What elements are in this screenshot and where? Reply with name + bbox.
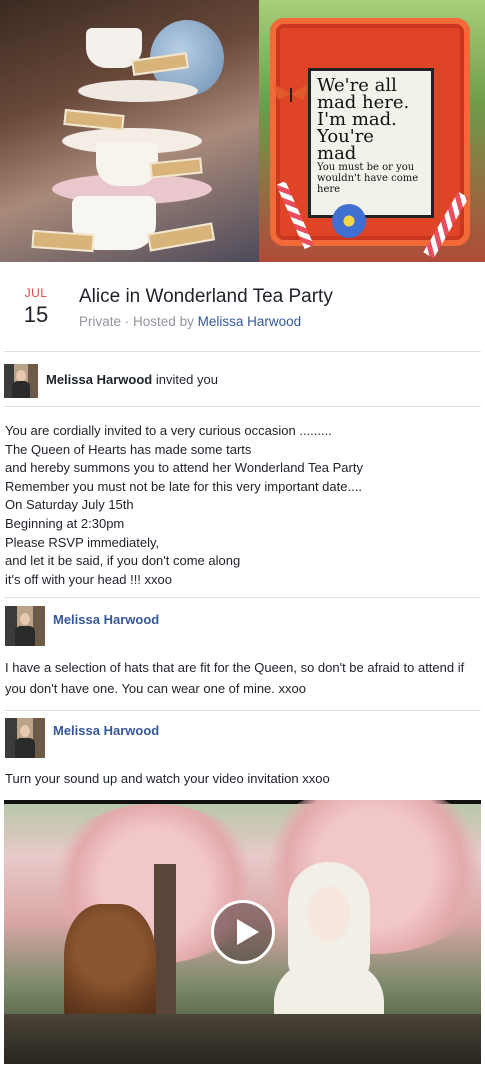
post-text: I have a selection of hats that are fit … [5, 660, 465, 696]
post-avatar[interactable] [5, 718, 45, 758]
post-author-link[interactable]: Melissa Harwood [53, 612, 159, 627]
description-line: On Saturday July 15th [5, 497, 134, 513]
avatar[interactable] [4, 364, 38, 398]
tea-stand-photo [0, 0, 259, 262]
invite-action: invited you [155, 372, 218, 387]
host-link[interactable]: Melissa Harwood [198, 314, 302, 329]
sandwich [63, 108, 125, 132]
event-header: JUL 15 Alice in Wonderland Tea Party Pri… [0, 262, 485, 352]
event-cover-photo: We're all mad here. I'm mad. You're mad … [0, 0, 485, 262]
tree-trunk [154, 864, 176, 1024]
event-description: You are cordially invited to a very curi… [5, 422, 480, 589]
hosted-by-label: · Hosted by [124, 314, 194, 329]
event-meta: Private · Hosted by Melissa Harwood [79, 314, 301, 329]
post-text: Turn your sound up and watch your video … [5, 771, 330, 786]
description-line: Remember you must not be late for this v… [5, 478, 362, 494]
description-line: it's off with your head !!! xxoo [5, 571, 172, 587]
description-line: Beginning at 2:30pm [5, 515, 125, 531]
divider [4, 406, 481, 407]
event-date: JUL 15 [16, 286, 56, 328]
divider [4, 597, 481, 598]
event-month: JUL [24, 286, 48, 300]
description-line: and let it be said, if you don't come al… [5, 553, 241, 569]
post-avatar[interactable] [5, 606, 45, 646]
mad-sign: We're all mad here. I'm mad. You're mad … [308, 68, 434, 218]
plate [78, 80, 198, 102]
event-day: 15 [23, 302, 49, 327]
inviter-name[interactable]: Melissa Harwood [46, 372, 152, 387]
ornate-frame: We're all mad here. I'm mad. You're mad … [270, 18, 470, 246]
divider [4, 351, 481, 352]
play-icon [237, 919, 259, 945]
event-title: Alice in Wonderland Tea Party [79, 286, 333, 307]
invite-row: Melissa Harwood invited you [0, 360, 485, 400]
sign-small-text: You must be or you wouldn't have come he… [317, 162, 419, 195]
description-line: The Queen of Hearts has made some tarts [5, 441, 252, 457]
play-button[interactable] [211, 900, 275, 964]
flower [332, 204, 366, 238]
post-author-link[interactable]: Melissa Harwood [53, 723, 159, 738]
video-player[interactable] [4, 800, 481, 1064]
sandwich [146, 222, 216, 252]
butterfly-icon [274, 84, 308, 102]
tea-table [4, 1014, 481, 1064]
sign-line: mad [317, 143, 357, 164]
description-line: You are cordially invited to a very curi… [5, 423, 332, 438]
divider [4, 710, 481, 711]
sandwich [31, 229, 95, 253]
event-privacy: Private [79, 314, 122, 329]
description-line: and hereby summons you to attend her Won… [5, 460, 363, 476]
description-line: Please RSVP immediately, [5, 534, 160, 550]
invite-text: Melissa Harwood invited you [46, 372, 218, 387]
